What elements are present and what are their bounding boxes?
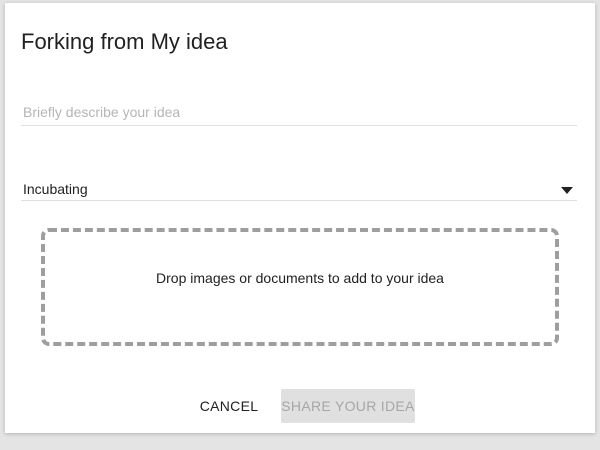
stage-select-value: Incubating: [23, 181, 88, 197]
dropdown-arrow-icon: [561, 187, 573, 194]
dropzone-label: Drop images or documents to add to your …: [156, 270, 444, 286]
share-idea-button[interactable]: SHARE YOUR IDEA: [281, 389, 415, 423]
stage-select[interactable]: Incubating: [21, 178, 577, 201]
file-dropzone[interactable]: Drop images or documents to add to your …: [41, 228, 559, 346]
dialog-title: Forking from My idea: [21, 29, 228, 54]
description-input[interactable]: [23, 101, 573, 123]
fork-idea-dialog: Forking from My idea Incubating Drop ima…: [5, 3, 595, 433]
description-field: [21, 101, 577, 126]
cancel-button[interactable]: CANCEL: [195, 389, 263, 423]
